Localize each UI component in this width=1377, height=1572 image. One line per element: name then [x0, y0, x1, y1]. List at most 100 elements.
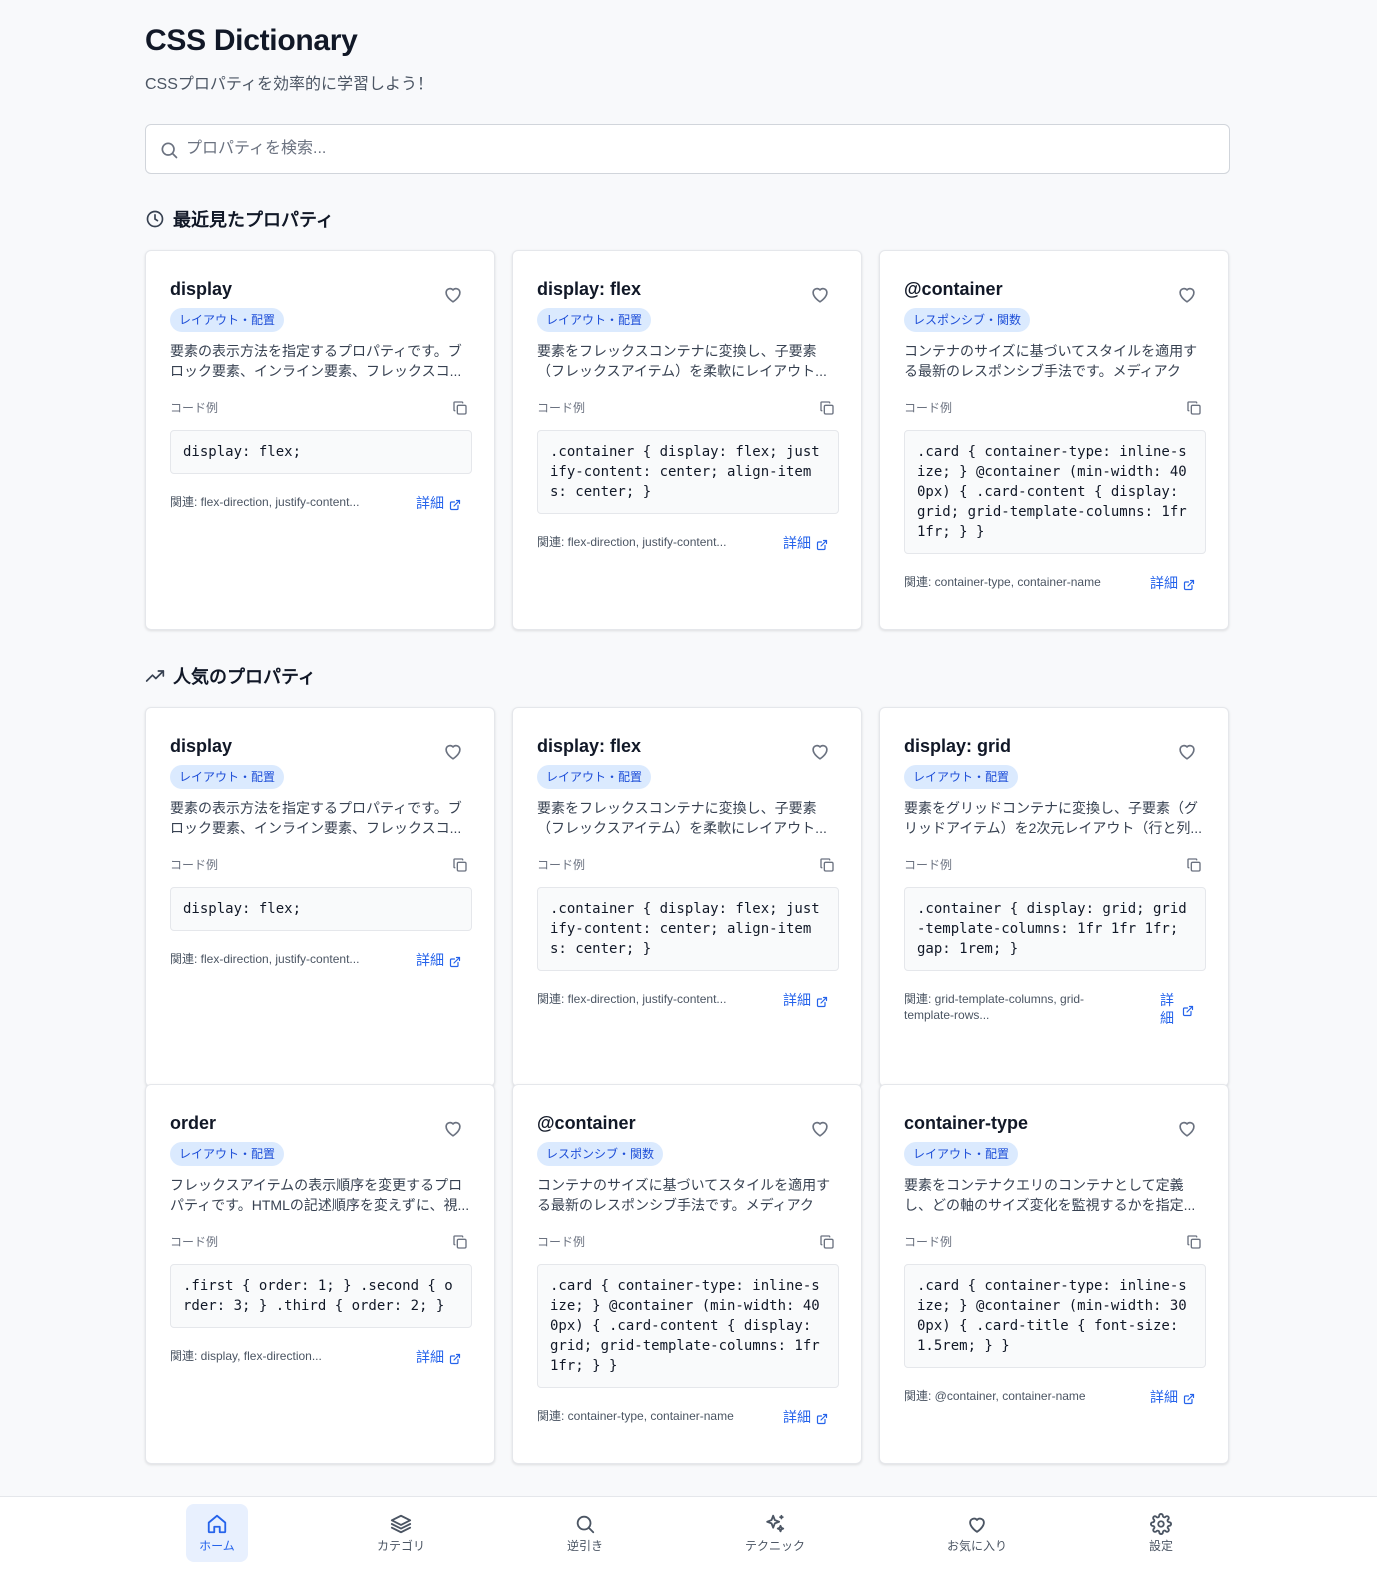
category-badge: レイアウト・配置 [170, 765, 285, 789]
property-title: order [170, 1113, 217, 1133]
related-properties: 関連: container-type, container-name [537, 1409, 734, 1423]
property-title: display: flex [537, 736, 642, 756]
category-badge: レイアウト・配置 [170, 1142, 285, 1166]
page-subtitle: CSSプロパティを効率的に学習しよう！ [145, 76, 433, 93]
page-title: CSS Dictionary [145, 24, 358, 57]
detail-link[interactable]: 詳細 [1160, 991, 1194, 1027]
code-snippet: display: flex; [170, 430, 472, 474]
property-description: フレックスアイテムの表示順序を変更するプロパティです。HTMLの記述順序を変えず… [170, 1177, 470, 1213]
nav-item-search[interactable]: 逆引き [554, 1504, 616, 1562]
copy-icon[interactable] [819, 400, 835, 416]
copy-icon[interactable] [452, 400, 468, 416]
nav-item-sparkles[interactable]: テクニック [744, 1504, 806, 1562]
detail-link[interactable]: 詳細 [1150, 574, 1195, 592]
related-properties: 関連: flex-direction, justify-content... [537, 535, 727, 549]
detail-link[interactable]: 詳細 [416, 494, 461, 512]
detail-link-label: 詳細 [783, 535, 811, 551]
related-properties: 関連: grid-template-columns, grid-template… [904, 992, 1085, 1022]
popular-section-title: 人気のプロパティ [173, 667, 316, 687]
property-card[interactable]: display: flex レイアウト・配置 要素をフレックスコンテナに変換し、子要… [512, 707, 862, 1087]
related-properties: 関連: flex-direction, justify-content... [170, 952, 360, 966]
code-snippet: display: flex; [170, 887, 472, 931]
trending-up-icon [145, 670, 165, 682]
external-link-icon [816, 537, 828, 551]
search-icon [161, 142, 178, 159]
copy-icon[interactable] [452, 1234, 468, 1250]
external-link-icon [1183, 577, 1195, 591]
code-snippet: .container { display: flex; justify-cont… [537, 887, 839, 971]
property-card[interactable]: display レイアウト・配置 要素の表示方法を指定するプロパティです。ブロック要… [145, 250, 495, 630]
related-properties: 関連: container-type, container-name [904, 575, 1101, 589]
nav-item-heart[interactable]: お気に入り [946, 1504, 1008, 1562]
code-snippet: .card { container-type: inline-size; } @… [904, 430, 1206, 554]
property-card[interactable]: display レイアウト・配置要素の表示方法を指定するプロパティです。ブロック要… [145, 707, 495, 1087]
property-title: display [170, 279, 233, 299]
bottom-navigation: ホーム カテゴリ 逆引き テクニック お気に入り 設定 [0, 1496, 1377, 1572]
detail-link[interactable]: 詳細 [416, 951, 461, 969]
property-description: 要素の表示方法を指定するプロパティです。ブロック要素、インライン要素、フレックス… [170, 800, 462, 836]
category-badge: レスポンシブ・関数 [904, 308, 1031, 332]
related-properties: 関連: display, flex-direction... [170, 1349, 322, 1363]
property-description: コンテナのサイズに基づいてスタイルを適用する最新のレスポンシブ手法です。メディア… [537, 1177, 831, 1213]
external-link-icon [449, 1351, 461, 1365]
property-card[interactable]: @container レスポンシブ・関数コンテナのサイズに基づいてスタイルを適用す… [879, 250, 1229, 630]
search-box[interactable] [145, 124, 1230, 174]
detail-link[interactable]: 詳細 [783, 1408, 828, 1426]
code-example-label: コード例 [904, 858, 953, 872]
code-example-label: コード例 [537, 401, 586, 415]
detail-link[interactable]: 詳細 [1150, 1388, 1195, 1406]
property-title: display [170, 736, 233, 756]
nav-item-label: 逆引き [566, 1539, 603, 1553]
code-snippet: .card { container-type: inline-size; } @… [537, 1264, 839, 1388]
related-properties: 関連: flex-direction, justify-content... [537, 992, 727, 1006]
property-description: コンテナのサイズに基づいてスタイルを適用する最新のレスポンシブ手法です。メディア… [904, 343, 1198, 379]
property-title: container-type [904, 1113, 1029, 1133]
nav-item-label: ホーム [199, 1539, 235, 1553]
related-properties: 関連: flex-direction, justify-content... [170, 495, 360, 509]
detail-link-label: 詳細 [1150, 1389, 1178, 1405]
detail-link[interactable]: 詳細 [783, 991, 828, 1009]
property-title: @container [904, 279, 1003, 299]
recent-section-header: 最近見たプロパティ [145, 207, 334, 231]
detail-link[interactable]: 詳細 [783, 534, 828, 552]
property-card[interactable]: container-type レイアウト・配置 要素をコンテナクエリのコンテナとして… [879, 1084, 1229, 1464]
detail-link-label: 詳細 [1150, 575, 1178, 591]
nav-item-gear[interactable]: 設定 [1130, 1504, 1192, 1562]
copy-icon[interactable] [1186, 857, 1202, 873]
code-snippet: .container { display: grid; grid-templat… [904, 887, 1206, 971]
external-link-icon [816, 1411, 828, 1425]
popular-section-header: 人気のプロパティ [145, 664, 316, 688]
code-example-label: コード例 [170, 401, 219, 415]
detail-link-label: 詳細 [783, 992, 811, 1008]
copy-icon[interactable] [1186, 400, 1202, 416]
code-example-label: コード例 [170, 858, 219, 872]
nav-item-home[interactable]: ホーム [186, 1504, 248, 1562]
copy-icon[interactable] [452, 857, 468, 873]
property-card[interactable]: order レイアウト・配置フレックスアイテムの表示順序を変更するプロパティです。… [145, 1084, 495, 1464]
code-example-label: コード例 [537, 1235, 586, 1249]
nav-item-label: 設定 [1148, 1539, 1173, 1553]
nav-item-label: カテゴリ [376, 1539, 425, 1553]
nav-item-layers[interactable]: カテゴリ [370, 1504, 432, 1562]
property-title: @container [537, 1113, 636, 1133]
property-card[interactable]: display: grid レイアウト・配置 要素をグリッドコンテナに変換し、子要素… [879, 707, 1229, 1087]
property-description: 要素をフレックスコンテナに変換し、子要素（フレックスアイテム）を柔軟にレイアウト… [537, 343, 827, 379]
code-example-label: コード例 [904, 1235, 953, 1249]
recent-section-title: 最近見たプロパティ [173, 210, 334, 230]
property-card[interactable]: @container レスポンシブ・関数 コンテナのサイズに基づいてスタイルを適用す… [512, 1084, 862, 1464]
related-properties: 関連: @container, container-name [904, 1389, 1086, 1403]
code-example-label: コード例 [537, 858, 586, 872]
copy-icon[interactable] [819, 1234, 835, 1250]
external-link-icon [449, 954, 461, 968]
detail-link-label: 詳細 [416, 1349, 444, 1365]
external-link-icon [449, 497, 461, 511]
copy-icon[interactable] [819, 857, 835, 873]
property-card[interactable]: display: flex レイアウト・配置 要素をフレックスコンテナに変換し、子要… [512, 250, 862, 630]
nav-item-label: お気に入り [946, 1539, 1007, 1553]
category-badge: レイアウト・配置 [904, 1142, 1019, 1166]
code-example-label: コード例 [904, 401, 953, 415]
detail-link[interactable]: 詳細 [416, 1348, 461, 1366]
copy-icon[interactable] [1186, 1234, 1202, 1250]
search-input[interactable] [186, 125, 1216, 173]
property-title: display: grid [904, 736, 1012, 756]
